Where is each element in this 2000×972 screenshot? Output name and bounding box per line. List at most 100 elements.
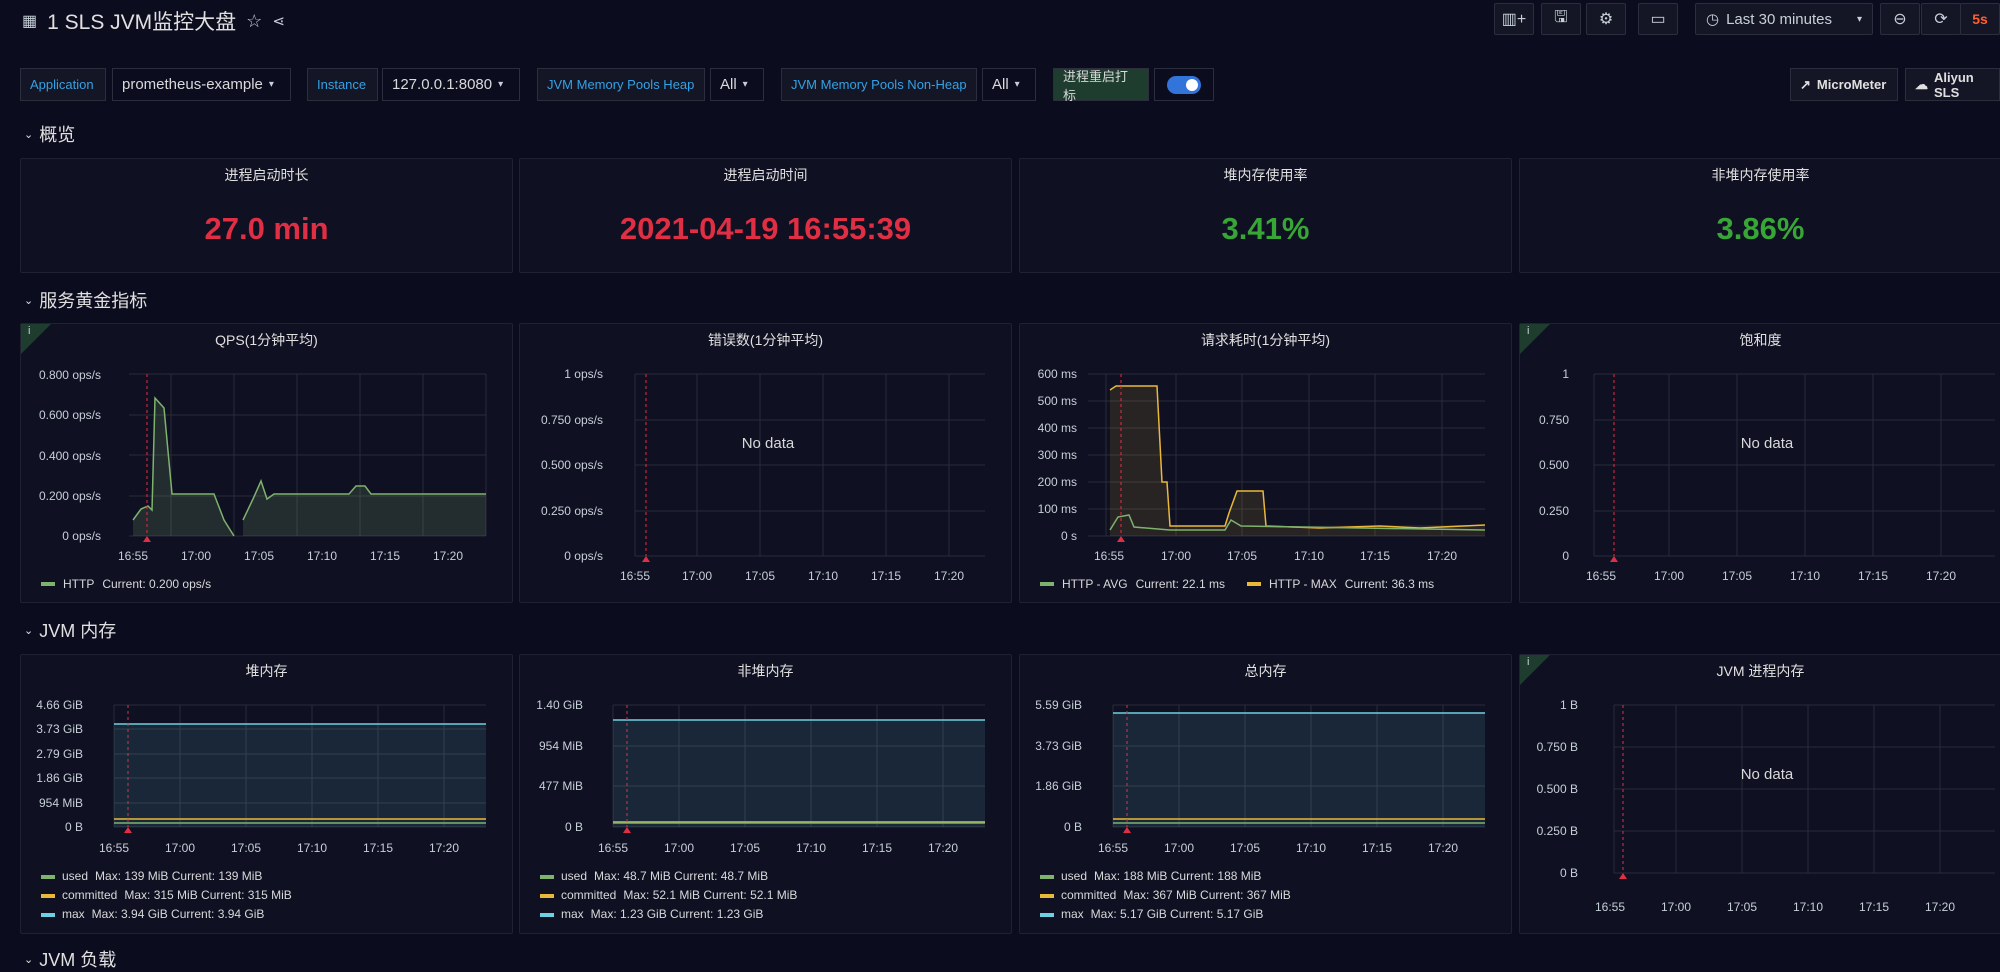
x-tick: 17:20 [928,841,958,855]
graph-panel-total-memory[interactable]: 总内存 5.59 GiB 3.73 GiB 1.86 GiB 0 B 16:55… [1019,654,1512,934]
legend-item[interactable]: committed Max: 315 MiB Current: 315 MiB [41,886,292,905]
x-tick: 17:10 [307,549,337,563]
x-tick: 17:15 [363,841,393,855]
annotation-marker[interactable] [124,827,132,833]
y-tick: 400 ms [1038,421,1077,435]
legend-item[interactable]: max Max: 5.17 GiB Current: 5.17 GiB [1040,905,1291,924]
toggle-track [1167,75,1201,94]
chevron-down-icon: ▾ [1014,79,1020,90]
stat-value: 2021-04-19 16:55:39 [619,211,912,246]
legend-item[interactable]: max Max: 1.23 GiB Current: 1.23 GiB [540,905,797,924]
variable-value-instance: 127.0.0.1:8080 [392,76,493,93]
legend-swatch [540,893,554,898]
row-overview[interactable]: ⌄ 概览 [24,121,75,147]
legend-swatch [41,874,55,879]
tv-mode-button[interactable]: ▭ [1638,3,1678,35]
graph-panel-heap[interactable]: 堆内存 4.66 GiB 3.73 GiB 2.79 GiB 1.86 GiB … [20,654,513,934]
legend-item[interactable]: HTTP Current: 0.200 ops/s [41,577,211,591]
settings-button[interactable]: ⚙ [1586,3,1626,35]
legend-item[interactable]: used Max: 48.7 MiB Current: 48.7 MiB [540,867,797,886]
add-panel-button[interactable]: ▥+ [1494,3,1534,35]
stat-panel-start-time[interactable]: 进程启动时间 2021-04-19 16:55:39 [519,158,1012,273]
legend-swatch [1040,912,1054,917]
legend-item[interactable]: used Max: 139 MiB Current: 139 MiB [41,867,292,886]
x-tick: 17:10 [1294,549,1324,563]
legend-item[interactable]: max Max: 3.94 GiB Current: 3.94 GiB [41,905,292,924]
x-tick: 17:20 [1926,569,1956,583]
row-jvm-load[interactable]: ⌄ JVM 负载 [24,946,116,972]
variable-select-application[interactable]: prometheus-example ▾ [112,68,291,101]
y-tick: 0.500 ops/s [541,458,603,472]
x-tick: 17:05 [1227,549,1257,563]
legend-series-name: used [561,869,588,883]
annotation-marker[interactable] [1610,556,1618,562]
annotation-marker[interactable] [1123,827,1131,833]
y-tick: 2.79 GiB [36,747,83,761]
apps-grid-icon[interactable]: ▦ [22,11,37,31]
annotation-marker[interactable] [623,827,631,833]
legend-series-stat: Max: 139 MiB Current: 139 MiB [95,869,263,883]
y-tick: 0.750 B [1537,740,1578,754]
x-tick: 17:20 [1427,549,1457,563]
graph-panel-saturation[interactable]: i 饱和度 1 0.750 0.500 0.250 0 16:55 17:00 … [1519,323,2000,603]
variable-select-nonheap[interactable]: All ▾ [982,68,1036,101]
legend-series-name: committed [62,888,118,902]
legend-item[interactable]: committed Max: 367 MiB Current: 367 MiB [1040,886,1291,905]
time-range-picker[interactable]: ◷ Last 30 minutes ▾ [1695,3,1873,35]
legend-series-stat: Max: 188 MiB Current: 188 MiB [1094,869,1262,883]
legend-swatch [540,912,554,917]
variable-select-instance[interactable]: 127.0.0.1:8080 ▾ [382,68,520,101]
y-tick: 0 B [1560,866,1578,880]
legend-series-name: HTTP - AVG [1062,577,1128,591]
legend-series-stat: Max: 5.17 GiB Current: 5.17 GiB [1090,907,1264,921]
micrometer-link[interactable]: ↗ MicroMeter [1790,68,1898,101]
legend-series-name: committed [1061,888,1117,902]
y-tick: 0.250 ops/s [541,504,603,518]
stat-panel-uptime[interactable]: 进程启动时长 27.0 min [20,158,513,273]
row-golden-metrics[interactable]: ⌄ 服务黄金指标 [24,287,147,313]
variable-label-application: Application [20,68,106,101]
variable-select-heap[interactable]: All ▾ [710,68,764,101]
graph-panel-latency[interactable]: 请求耗时(1分钟平均) 600 ms 500 ms 400 ms 300 ms … [1019,323,1512,603]
dashboard-title[interactable]: 1 SLS JVM监控大盘 [47,6,236,36]
annotation-marker[interactable] [1619,873,1627,879]
y-tick: 0 B [1064,820,1082,834]
stat-panel-heap-usage[interactable]: 堆内存使用率 3.41% [1019,158,1512,273]
chevron-down-icon: ⌄ [24,128,34,141]
refresh-icon: ⟳ [1934,11,1948,28]
save-dashboard-button[interactable]: 🖫 [1541,3,1581,35]
graph-panel-qps[interactable]: i QPS(1分钟平均) 0.800 ops/s 0.600 ops/s 0.4… [20,323,513,603]
y-tick: 0.250 [1539,504,1569,518]
restart-annotation-toggle[interactable] [1154,68,1214,101]
row-overview-title: 概览 [39,125,76,145]
legend-series-stat: Current: 36.3 ms [1344,577,1435,591]
x-tick: 16:55 [598,841,628,855]
variable-value-heap: All [720,76,737,93]
panel-title: 非堆内存使用率 [1711,167,1810,183]
graph-panel-nonheap[interactable]: 非堆内存 1.40 GiB 954 MiB 477 MiB 0 B 16:55 … [519,654,1012,934]
zoom-out-icon: ⊖ [1893,11,1907,28]
graph-panel-errors[interactable]: 错误数(1分钟平均) 1 ops/s 0.750 ops/s 0.500 ops… [519,323,1012,603]
legend-item[interactable]: HTTP - AVG Current: 22.1 ms [1040,577,1225,591]
share-icon[interactable]: ⋖ [272,12,285,30]
graph-panel-process-memory[interactable]: i JVM 进程内存 1 B 0.750 B 0.500 B 0.250 B 0… [1519,654,2000,934]
aliyun-sls-link[interactable]: ☁ Aliyun SLS [1905,68,2000,101]
y-tick: 0.800 ops/s [39,368,101,382]
legend-item[interactable]: HTTP - MAX Current: 36.3 ms [1247,577,1434,591]
legend-item[interactable]: used Max: 188 MiB Current: 188 MiB [1040,867,1291,886]
refresh-interval-button[interactable]: 5s [1960,3,2000,35]
zoom-out-button[interactable]: ⊖ [1880,3,1920,35]
x-tick: 17:20 [433,549,463,563]
annotation-marker[interactable] [1117,536,1125,542]
annotation-marker[interactable] [642,556,650,562]
stat-panel-nonheap-usage[interactable]: 非堆内存使用率 3.86% [1519,158,2000,273]
legend-series-stat: Max: 367 MiB Current: 367 MiB [1123,888,1291,902]
annotation-marker[interactable] [143,536,151,542]
x-tick: 17:15 [1858,569,1888,583]
refresh-button[interactable]: ⟳ [1921,3,1961,35]
legend-series-name: used [1061,869,1088,883]
row-jvm-memory[interactable]: ⌄ JVM 内存 [24,617,116,643]
legend-item[interactable]: committed Max: 52.1 MiB Current: 52.1 MiB [540,886,797,905]
star-icon[interactable]: ☆ [246,11,262,32]
x-tick: 16:55 [620,569,650,583]
